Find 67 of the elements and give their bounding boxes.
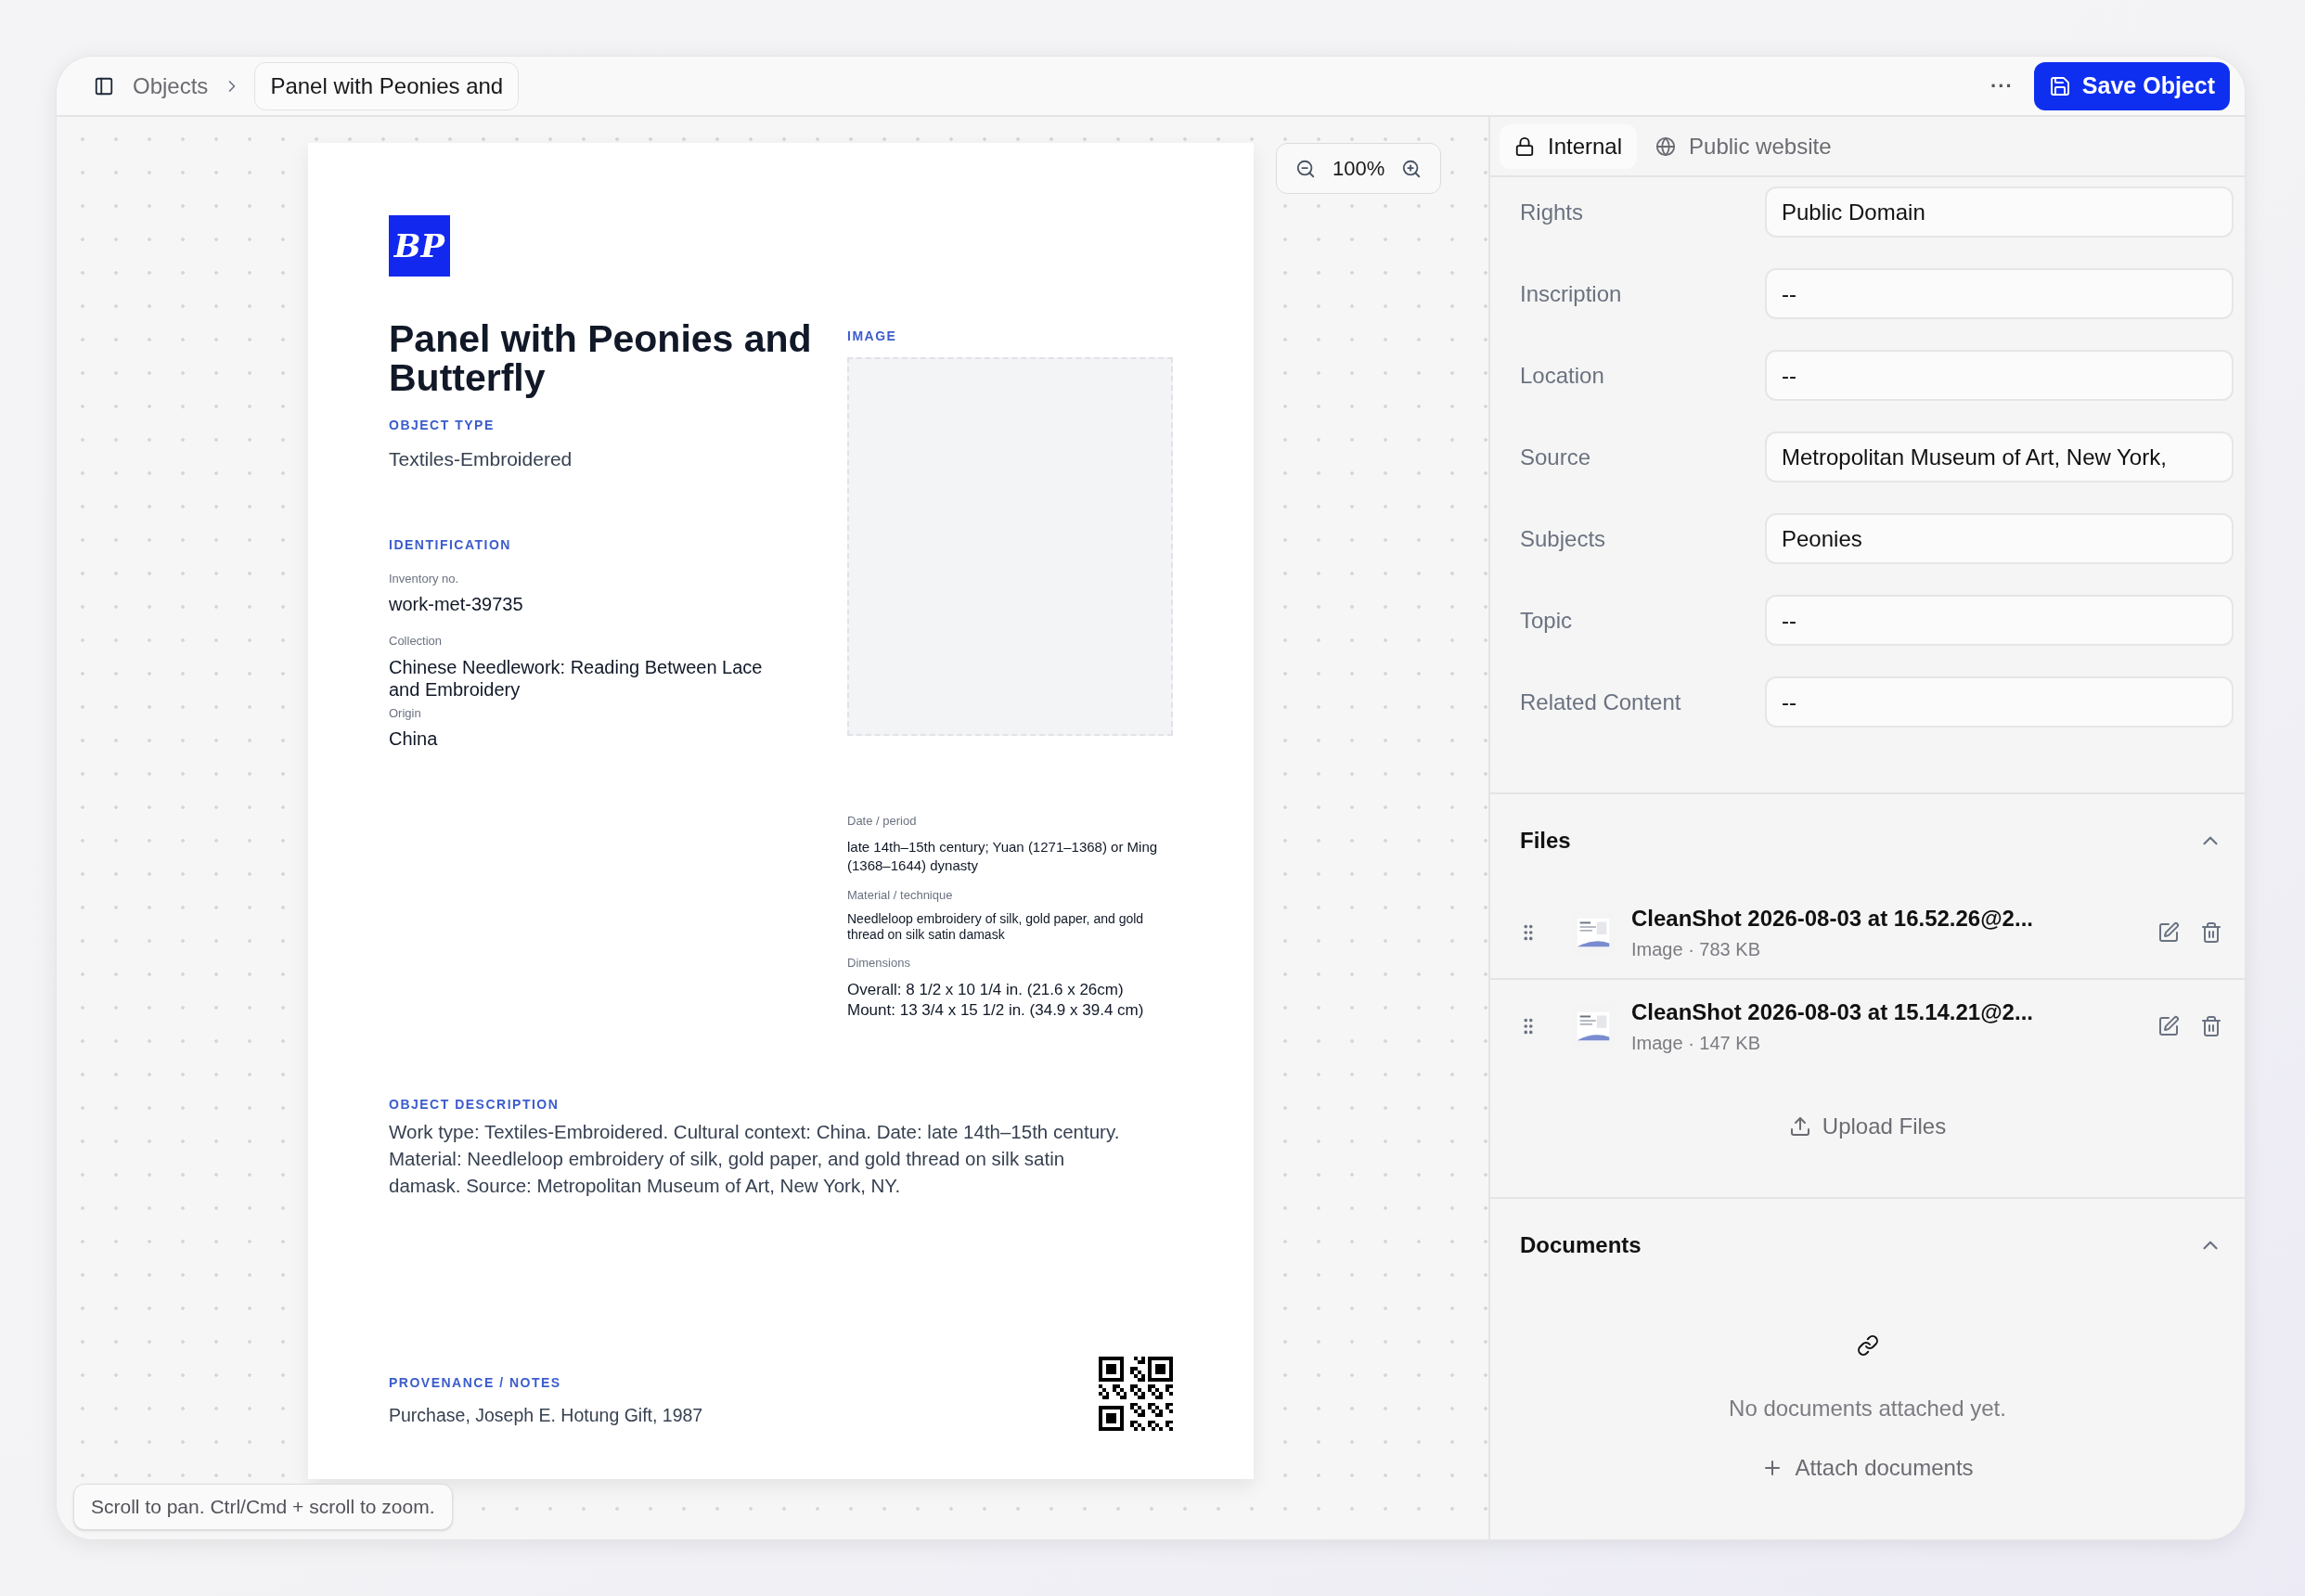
field-value: Needleloop embroidery of silk, gold paper, and gold thread on silk satin damask [847,911,1145,943]
more-button[interactable]: ··· [1990,71,2014,101]
link-icon [1856,1334,1879,1357]
save-button[interactable]: Save Object [2033,61,2230,110]
globe-icon [1655,135,1677,157]
file-meta: Image · 783 KB [1631,938,1761,961]
input-field[interactable]: -- [1765,350,2234,401]
lock-icon [1514,135,1535,157]
edit-icon[interactable] [2157,921,2180,944]
save-icon [2048,74,2071,97]
input-field[interactable]: -- [1765,268,2234,319]
field-value: Overall: 8 1/2 x 10 1/4 in. (21.6 x 26cm) Mount: 13 3/4 x 15 1/2 in. (34.9 x 39.4 cm) [847,979,1145,1021]
logo: BP [389,215,450,277]
input-field[interactable]: -- [1765,595,2234,646]
section-label: OBJECT TYPE [389,417,496,434]
upload-icon [1788,1115,1811,1138]
tab[interactable]: Internal [1500,123,1638,169]
field-label: Source [1520,443,1592,471]
file-meta: Image · 147 KB [1631,1032,1761,1055]
field-value: China [389,727,439,750]
input-field[interactable]: -- [1765,676,2234,727]
provenance-text: Purchase, Joseph E. Hotung Gift, 1987 [389,1403,703,1427]
field-label: Inventory no. [389,570,460,587]
field-label: Related Content [1520,688,1682,716]
breadcrumb-current[interactable]: Panel with Peonies and [254,61,520,110]
sidebar-toggle-icon[interactable] [94,75,114,97]
zoom-out-icon[interactable] [1295,158,1316,179]
field-label: Subjects [1520,524,1607,553]
input-field[interactable]: Public Domain [1765,187,2234,238]
file-row[interactable]: CleanShot 2026-08-03 at 16.52.26@2... Image · 783 KB [1490,887,2245,980]
field-label: Origin [389,704,422,722]
field-value: Chinese Needlework: Reading Between Lace and Embroidery [389,655,764,701]
section-label: IDENTIFICATION [389,535,512,554]
file-name: CleanShot 2026-08-03 at 15.14.21@2... [1631,998,2034,1026]
description-text: Work type: Textiles-Embroidered. Cultural context: China. Date: late 14th–15th century. Material: Needleloop embroidery of silk, gold paper, and gold thread on silk satin damask. Source: Metropolitan Museum of Art, New York, NY. [389,1119,1121,1198]
breadcrumb-link[interactable]: Objects [133,69,209,103]
field-label: Dimensions [847,955,911,972]
field-label: Date / period [847,813,918,830]
hint-tooltip: Scroll to pan. Ctrl/Cmd + scroll to zoom. [73,1484,453,1530]
file-row[interactable]: CleanShot 2026-08-03 at 15.14.21@2... Image · 147 KB [1490,980,2245,1073]
tab[interactable]: Public website [1641,123,1847,169]
field-label: Rights [1520,198,1585,226]
object-type: Textiles-Embroidered [389,447,573,471]
section-title: Documents [1520,1231,1642,1259]
zoom-in-icon[interactable] [1401,158,1423,179]
file-name: CleanShot 2026-08-03 at 16.52.26@2... [1631,905,2034,933]
input-field[interactable]: Peonies [1765,513,2234,564]
section-label: OBJECT DESCRIPTION [389,1095,560,1113]
field-label: Inscription [1520,279,1623,308]
field-label: Collection [389,633,444,650]
input-field[interactable]: Metropolitan Museum of Art, New York, [1765,431,2234,483]
document-title: Panel with Peonies and Butterfly [389,319,813,397]
field-label: Location [1520,361,1605,390]
edit-icon[interactable] [2157,1015,2180,1037]
field-value: late 14th–15th century; Yuan (1271–1368) or Ming (1368–1644) dynasty [847,837,1159,875]
section-title: Files [1520,827,1571,855]
upload-button[interactable]: Upload Files [1788,1110,1947,1143]
zoom-level: 100% [1333,156,1385,182]
field-label: Material / technique [847,886,954,904]
delete-icon[interactable] [2200,1015,2222,1037]
section-label: IMAGE [847,328,898,345]
section-label: PROVENANCE / NOTES [389,1373,562,1392]
delete-icon[interactable] [2200,921,2222,944]
field-value: work-met-39735 [389,593,524,615]
attach-button[interactable]: Attach documents [1761,1451,1974,1485]
empty-state-text: No documents attached yet. [1729,1395,2006,1422]
field-label: Topic [1520,606,1574,635]
